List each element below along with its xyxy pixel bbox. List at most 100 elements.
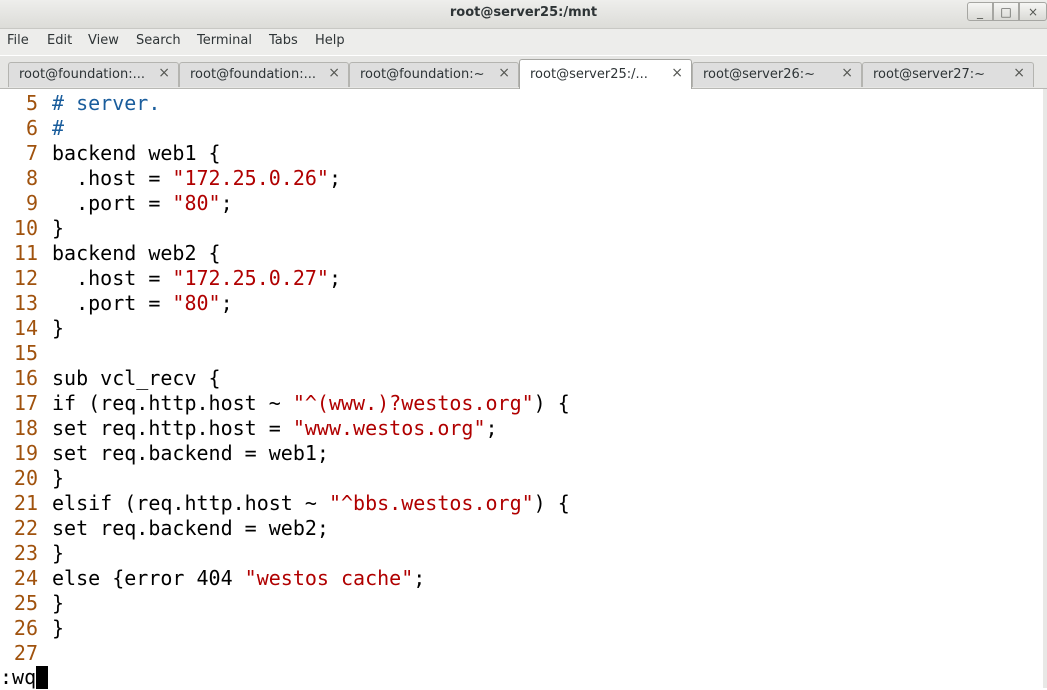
minimize-button[interactable]: _ bbox=[967, 2, 993, 21]
code-token: } bbox=[52, 541, 65, 565]
code-text: backend web2 { bbox=[38, 241, 221, 266]
code-text: .host = "172.25.0.27"; bbox=[38, 266, 341, 291]
string-literal: "westos cache" bbox=[244, 566, 414, 590]
line-number: 5 bbox=[25, 91, 38, 115]
code-text: set req.http.host = "www.westos.org"; bbox=[38, 416, 498, 441]
tab-close-icon[interactable]: × bbox=[158, 65, 170, 81]
line-number: 23 bbox=[13, 541, 38, 565]
tab-foundation-1[interactable]: root@foundation:... × bbox=[8, 62, 179, 87]
code-token: } bbox=[52, 216, 65, 240]
code-token: .port = bbox=[52, 291, 173, 315]
line-number: 11 bbox=[13, 241, 38, 265]
code-token: } bbox=[52, 616, 65, 640]
string-literal: "www.westos.org" bbox=[292, 416, 486, 440]
code-text: else {error 404 "westos cache"; bbox=[38, 566, 425, 591]
string-literal: "172.25.0.27" bbox=[172, 266, 329, 290]
code-text: sub vcl_recv { bbox=[38, 366, 221, 391]
code-token: ) { bbox=[533, 491, 570, 515]
code-line: 6 # bbox=[0, 116, 64, 141]
code-token: set req.backend = web1; bbox=[52, 441, 329, 465]
line-number: 6 bbox=[25, 116, 38, 140]
code-line: 19 set req.backend = web1; bbox=[0, 441, 329, 466]
menu-tabs[interactable]: Tabs bbox=[269, 33, 298, 48]
code-text: } bbox=[38, 591, 64, 616]
code-line: 16 sub vcl_recv { bbox=[0, 366, 221, 391]
terminal-text-area[interactable]: 5 # server. 6 #7 backend web1 {8 .host = "17… bbox=[0, 89, 1047, 688]
tab-label: root@foundation:~ bbox=[360, 67, 485, 82]
line-number: 20 bbox=[13, 466, 38, 490]
line-number: 7 bbox=[25, 141, 38, 165]
menu-help[interactable]: Help bbox=[315, 33, 345, 48]
code-token: ; bbox=[220, 291, 233, 315]
tab-close-icon[interactable]: × bbox=[671, 65, 683, 81]
tab-server26[interactable]: root@server26:~ × bbox=[692, 62, 862, 87]
code-token: backend web1 { bbox=[52, 141, 221, 165]
code-token: } bbox=[52, 316, 65, 340]
code-line: 20} bbox=[0, 466, 64, 491]
line-number: 18 bbox=[13, 416, 38, 440]
line-number: 22 bbox=[13, 516, 38, 540]
line-number: 25 bbox=[13, 591, 38, 615]
maximize-button[interactable]: □ bbox=[993, 2, 1019, 21]
tab-server25[interactable]: root@server25:/... × bbox=[519, 59, 692, 89]
tab-close-icon[interactable]: × bbox=[841, 65, 853, 81]
code-token: } bbox=[52, 591, 65, 615]
close-window-button[interactable]: × bbox=[1019, 2, 1047, 21]
code-token: .host = bbox=[52, 266, 173, 290]
code-token: ; bbox=[485, 416, 498, 440]
code-text: } bbox=[38, 216, 64, 241]
string-literal: "^(www.)?westos.org" bbox=[292, 391, 534, 415]
window-titlebar[interactable]: root@server25:/mnt _ □ × bbox=[0, 0, 1047, 29]
line-number: 13 bbox=[13, 291, 38, 315]
code-text: .host = "172.25.0.26"; bbox=[38, 166, 341, 191]
code-line: 9 .port = "80"; bbox=[0, 191, 233, 216]
code-token: else {error 404 bbox=[52, 566, 245, 590]
code-line: 26} bbox=[0, 616, 64, 641]
tab-label: root@server25:/... bbox=[530, 67, 648, 82]
code-token: ; bbox=[413, 566, 426, 590]
tab-foundation-2[interactable]: root@foundation:... × bbox=[179, 62, 349, 87]
code-token: ; bbox=[328, 266, 342, 290]
command-text: :wq bbox=[0, 665, 37, 689]
menu-edit[interactable]: Edit bbox=[47, 33, 72, 48]
line-number: 9 bbox=[25, 191, 38, 215]
code-text: elsif (req.http.host ~ "^bbs.westos.org"… bbox=[38, 491, 570, 516]
comment-text: # bbox=[52, 116, 65, 140]
window-title: root@server25:/mnt bbox=[449, 5, 598, 20]
menu-view[interactable]: View bbox=[88, 33, 119, 48]
scrollbar[interactable] bbox=[1043, 89, 1047, 688]
code-text: # bbox=[38, 116, 64, 141]
code-token: backend web2 { bbox=[52, 241, 221, 265]
string-literal: "^bbs.westos.org" bbox=[328, 491, 534, 515]
code-token: ; bbox=[328, 166, 342, 190]
code-token: .host = bbox=[52, 166, 173, 190]
code-line: 23} bbox=[0, 541, 64, 566]
code-line: 15 bbox=[0, 341, 52, 366]
tab-foundation-3[interactable]: root@foundation:~ × bbox=[349, 62, 519, 87]
menu-file[interactable]: File bbox=[7, 33, 29, 48]
tab-close-icon[interactable]: × bbox=[498, 65, 510, 81]
vim-command-line[interactable]: :wq bbox=[0, 665, 49, 690]
code-line: 17 if (req.http.host ~ "^(www.)?westos.or… bbox=[0, 391, 570, 416]
code-line: 18 set req.http.host = "www.westos.org"; bbox=[0, 416, 498, 441]
tab-close-icon[interactable]: × bbox=[328, 65, 340, 81]
code-line: 5 # server. bbox=[0, 91, 160, 116]
code-token: set req.http.host = bbox=[52, 416, 293, 440]
line-number: 19 bbox=[13, 441, 38, 465]
line-number: 24 bbox=[13, 566, 38, 590]
menu-terminal[interactable]: Terminal bbox=[197, 33, 252, 48]
code-line: 8 .host = "172.25.0.26"; bbox=[0, 166, 341, 191]
tab-server27[interactable]: root@server27:~ × bbox=[862, 62, 1034, 87]
tab-close-icon[interactable]: × bbox=[1013, 65, 1025, 81]
menu-search[interactable]: Search bbox=[136, 33, 181, 48]
code-line: 25} bbox=[0, 591, 64, 616]
line-number: 10 bbox=[13, 216, 38, 240]
tab-label: root@foundation:... bbox=[190, 67, 316, 82]
code-text: } bbox=[38, 316, 64, 341]
code-line: 22 set req.backend = web2; bbox=[0, 516, 329, 541]
comment-text: # server. bbox=[52, 91, 161, 115]
code-token: ) { bbox=[533, 391, 570, 415]
code-text: } bbox=[38, 616, 64, 641]
menu-bar: File Edit View Search Terminal Tabs Help bbox=[0, 29, 1047, 55]
code-text: } bbox=[38, 466, 64, 491]
